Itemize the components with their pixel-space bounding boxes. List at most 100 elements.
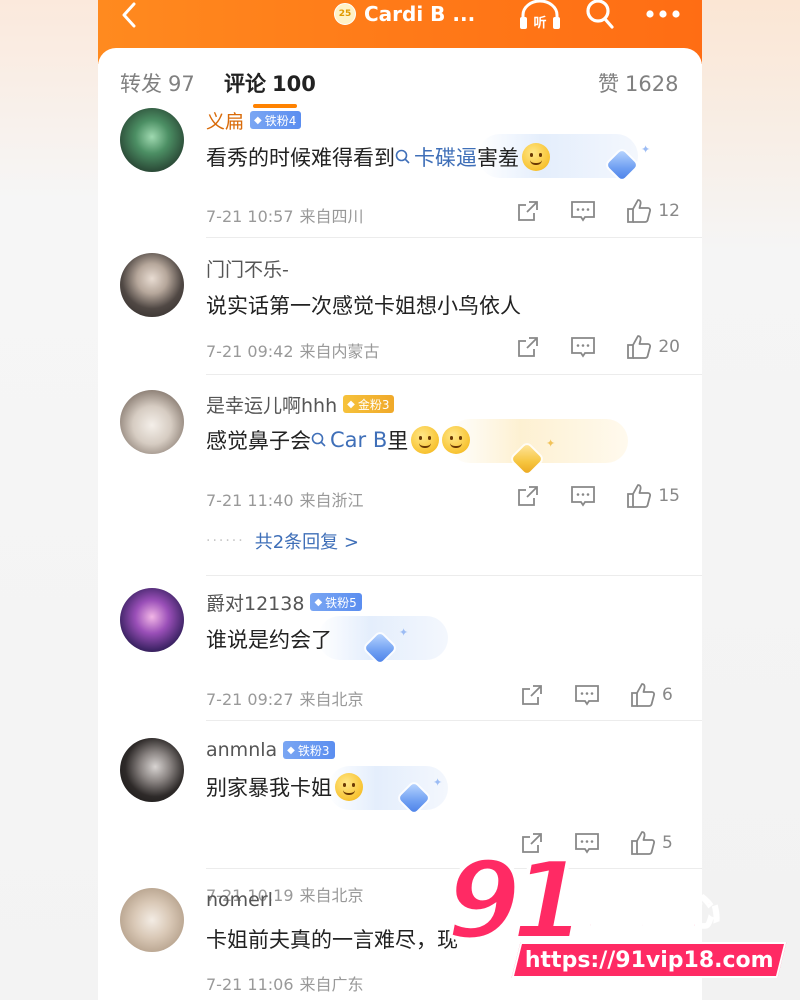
comment-actions: 20 — [516, 334, 680, 360]
comment-text-part: 里 — [387, 429, 409, 453]
avatar[interactable] — [120, 108, 184, 172]
comment-button[interactable] — [574, 683, 600, 707]
fan-badge-label: 铁粉4 — [264, 113, 297, 128]
comment-actions: 6 — [520, 682, 680, 708]
share-button[interactable] — [516, 335, 540, 359]
listen-headphones-icon[interactable]: 听 — [518, 0, 562, 31]
comment-meta: 7-21 11:06 来自广东 — [206, 971, 364, 995]
like-count: 20 — [658, 337, 680, 357]
comment-location: 来自内蒙古 — [299, 342, 380, 361]
sparkle-icon: ✦ — [546, 437, 556, 450]
comment-date: 7-21 09:42 — [206, 342, 294, 361]
tab-likes[interactable]: 赞 1628 — [598, 68, 678, 98]
tab-likes-label: 赞 — [598, 72, 619, 96]
like-button[interactable]: 15 — [626, 483, 680, 509]
page-title-text: Cardi B ... — [364, 2, 476, 26]
comment-button[interactable] — [570, 199, 596, 223]
search-icon[interactable] — [585, 0, 615, 30]
search-link[interactable]: 卡碟逼 — [395, 142, 477, 172]
comment-date: 7-21 10:57 — [206, 207, 294, 226]
comment-date: 7-21 11:06 — [206, 975, 294, 994]
like-button[interactable]: 12 — [626, 198, 680, 224]
comment-icon — [571, 337, 596, 358]
page-title[interactable]: 25 Cardi B ... — [334, 0, 475, 28]
share-button[interactable] — [516, 484, 540, 508]
comment-text: 看秀的时候难得看到 卡碟逼 害羞 — [206, 142, 550, 172]
comment-date: 7-21 09:27 — [206, 690, 294, 709]
share-icon — [518, 337, 539, 357]
comment-author-row: 门门不乐- — [206, 255, 289, 282]
fan-badge: ◆ 铁粉3 — [283, 741, 335, 759]
divider — [206, 237, 702, 238]
gem-icon: ◆ — [314, 596, 323, 608]
search-link[interactable]: Car B — [311, 428, 387, 452]
comment-text: 卡姐前夫真的一言难尽，现 — [206, 924, 458, 954]
comment-text: 别家暴我卡姐 — [206, 772, 363, 802]
more-options-icon[interactable] — [645, 9, 681, 19]
gem-icon: ◆ — [254, 114, 262, 126]
comment-button[interactable] — [570, 335, 596, 359]
share-button[interactable] — [520, 683, 544, 707]
comment-location: 来自浙江 — [299, 491, 364, 510]
fan-badge-label: 金粉3 — [357, 397, 390, 412]
replies-label: 共2条回复 > — [254, 532, 359, 553]
listen-label: 听 — [533, 15, 546, 31]
like-button[interactable]: 20 — [626, 334, 680, 360]
tab-comments-label: 评论 — [224, 72, 266, 96]
avatar[interactable] — [120, 253, 184, 317]
tab-comments-count: 100 — [272, 72, 316, 96]
comment-text-part: 卡姐前夫真的一言难尽，现 — [206, 928, 458, 952]
avatar[interactable] — [120, 888, 184, 952]
back-arrow-icon[interactable] — [118, 2, 144, 28]
comment-text: 感觉鼻子会 Car B 里 — [206, 425, 471, 455]
replies-dots: ······ — [206, 533, 245, 549]
gem-icon: ◆ — [287, 744, 295, 756]
tab-comments[interactable]: 评论 100 — [224, 68, 316, 98]
comment-author-row: nomerl — [206, 888, 273, 912]
left-backdrop — [0, 0, 98, 1000]
comment-icon — [575, 685, 599, 706]
comment-text-part: 谁说是约会了 — [206, 628, 332, 652]
comment-username[interactable]: 义扁 — [206, 107, 244, 134]
like-count: 12 — [658, 201, 680, 221]
title-avatar-badge: 25 — [334, 3, 356, 25]
search-link-icon — [311, 432, 326, 447]
like-button[interactable]: 6 — [630, 682, 680, 708]
comment-location: 来自广东 — [299, 975, 364, 994]
comment-meta: 7-21 11:40 来自浙江 — [206, 487, 364, 511]
smile-emoji-icon — [522, 143, 550, 171]
comment-username[interactable]: 门门不乐- — [206, 255, 289, 282]
share-icon — [518, 486, 539, 506]
avatar[interactable] — [120, 588, 184, 652]
comment-meta: 7-21 09:27 来自北京 — [206, 686, 364, 710]
avatar[interactable] — [120, 390, 184, 454]
like-count: 15 — [658, 486, 680, 506]
sparkle-icon: ✦ — [399, 626, 409, 639]
view-replies-link[interactable]: ······ 共2条回复 > — [206, 528, 359, 554]
smile-emoji-icon — [335, 773, 363, 801]
comment-username[interactable]: nomerl — [206, 889, 273, 911]
fan-badge: ◆ 铁粉4 — [250, 111, 302, 129]
tab-repost[interactable]: 转发 97 — [120, 68, 195, 98]
avatar[interactable] — [120, 738, 184, 802]
thumbs-up-icon — [627, 484, 652, 508]
comment-author-row: 是幸运儿啊hhh ◆ 金粉3 — [206, 391, 395, 418]
melting-emoji-icon — [411, 426, 440, 454]
tab-repost-count: 97 — [168, 72, 195, 96]
comment-actions: 12 — [516, 198, 680, 224]
comment-date: 7-21 11:40 — [206, 491, 294, 510]
comment-button[interactable] — [570, 484, 596, 508]
comment-text-part: 说实话第一次感觉卡姐想小鸟依人 — [206, 294, 521, 318]
share-icon — [522, 685, 542, 705]
comment-username[interactable]: 是幸运儿啊hhh — [206, 391, 337, 418]
share-button[interactable] — [516, 199, 540, 223]
sparkle-icon: ✦ — [641, 143, 651, 156]
divider — [206, 575, 702, 576]
comment-username[interactable]: anmnla — [206, 739, 277, 761]
comment-text: 说实话第一次感觉卡姐想小鸟依人 — [206, 290, 521, 320]
watermark-logo: 91 吃瓜中心 https://91vip18.com — [444, 846, 787, 988]
comment-username[interactable]: 爵对12138 — [206, 589, 304, 616]
comment-text: 谁说是约会了 — [206, 624, 332, 654]
search-link-text: 卡碟逼 — [414, 146, 477, 170]
watermark-url: https://91vip18.com — [524, 947, 774, 973]
